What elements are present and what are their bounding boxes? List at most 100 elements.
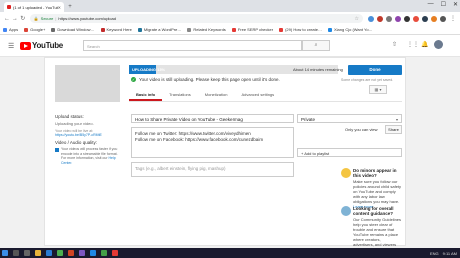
time-remaining: About 14 minutes remaining [293,67,343,72]
lang-indicator[interactable]: ENG [430,251,439,256]
video-thumbnail-placeholder [55,65,120,102]
search-icon[interactable] [13,250,19,256]
app-icon[interactable] [90,250,96,256]
bookmark-star-icon[interactable]: ☆ [355,16,359,22]
app-icon[interactable] [101,250,107,256]
bookmark-item[interactable]: Google+ [24,27,45,32]
browser-tab[interactable]: (1 of 1 uploaded - YouTub… ✕ [4,2,64,12]
extension-icon[interactable] [413,15,420,22]
minors-info-card: Do minors appear in this video? Make sur… [341,168,402,209]
bookmark-item[interactable]: Related Keywords [187,27,226,32]
youtube-favicon-icon [279,27,284,32]
reload-icon[interactable]: ↻ [19,15,27,22]
app-icon[interactable] [112,250,118,256]
bookmark-item[interactable]: Xiang Cjo (Want Yo… [328,27,373,32]
bookmark-item[interactable]: Keyword Here [100,27,132,32]
page-icon [187,27,192,32]
chevron-down-icon: ▾ [395,117,398,122]
extension-icon[interactable] [404,15,411,22]
window-controls: — ☐ ✕ [428,1,458,8]
video-live-link[interactable]: https://youtu.be/B5y7P-cRMtE [55,133,120,137]
extension-icon[interactable] [395,15,402,22]
extensions-tray: ⋮ [368,15,457,22]
search-input[interactable]: Search [83,40,302,51]
tab-basic-info[interactable]: Basic info [129,90,163,101]
privacy-hint: Only you can view [345,127,378,132]
back-arrow-icon[interactable]: ← [3,16,11,22]
wordpress-icon [137,27,142,32]
upload-status-panel: Upload status: Uploading your video. You… [55,114,120,137]
add-to-playlist-button[interactable]: + Add to playlist [297,148,402,157]
video-quality-heading: Video / Audio quality: [55,140,97,145]
tab-close-icon[interactable]: ✕ [58,5,61,10]
profile-avatar-icon[interactable] [440,15,447,22]
youtube-logo-text: YouTube [32,41,63,50]
description-textarea[interactable]: Follow me on Twitter: https://www.twitte… [131,127,294,158]
maximize-button[interactable]: ☐ [441,1,446,8]
app-icon[interactable] [68,250,74,256]
share-button[interactable]: Share [385,125,402,134]
minimize-button[interactable]: — [428,1,434,8]
chrome-icon[interactable] [57,250,63,256]
title-input[interactable]: How to Share Private Video on YouTube - … [131,114,294,123]
search-button[interactable]: ⌕ [302,40,330,51]
start-windows-icon[interactable] [2,250,8,256]
privacy-select[interactable]: Private ▾ [297,114,402,123]
hamburger-menu-icon[interactable]: ☰ [8,42,14,50]
omnibox[interactable]: 🔒 Secure | https://www.youtube.com/uploa… [29,14,364,23]
bookmark-item[interactable]: Free SERP checker [231,27,273,32]
bookmark-item[interactable]: (29) How to create… [279,27,322,32]
youtube-logo[interactable]: YouTube [20,41,63,50]
upload-icon[interactable]: ⇧ [392,41,397,48]
account-avatar[interactable] [434,40,443,49]
quality-info-icon [55,148,59,152]
youtube-favicon-icon [7,5,11,9]
clock[interactable]: 9:11 AM [443,251,457,256]
bookmark-item[interactable]: Apps [3,27,18,32]
apps-grid-icon [3,27,7,32]
bookmark-item[interactable]: Download Window… [51,27,95,32]
address-bar-row: ← → ↻ 🔒 Secure | https://www.youtube.com… [0,12,460,25]
upload-status-text: Uploading your video. [55,121,94,126]
bookmarks-bar: Apps Google+ Download Window… Keyword He… [0,25,460,35]
notifications-bell-icon[interactable]: 🔔 [421,41,428,48]
app-icon[interactable] [79,250,85,256]
extension-icon[interactable] [377,15,384,22]
forward-arrow-icon[interactable]: → [11,16,19,22]
page-icon [328,27,332,32]
upload-card: UPLOADING 13% About 14 minutes remaining… [44,57,406,252]
extension-icon[interactable] [386,15,393,22]
tab-advanced-settings[interactable]: Advanced settings [234,90,281,101]
minors-text: Make sure you follow our policies around… [353,179,402,204]
task-view-icon[interactable] [24,250,30,256]
options-dropdown-button[interactable]: ▦ ▾ [369,85,387,94]
page-icon [51,27,56,32]
tab-monetization[interactable]: Monetization [198,90,235,101]
bookmark-item[interactable]: Migrate a WordPre… [137,27,181,32]
tab-title: (1 of 1 uploaded - YouTub… [13,4,58,10]
close-window-button[interactable]: ✕ [453,1,458,8]
tabs-divider [129,101,402,102]
extension-icon[interactable] [422,15,429,22]
upload-status-heading: Upload status: [55,114,84,119]
browser-menu-icon[interactable]: ⋮ [449,15,457,22]
youtube-play-icon [20,41,31,50]
edge-icon[interactable] [46,250,52,256]
privacy-value: Private [301,117,316,122]
upload-tabs: Basic info Translations Monetization Adv… [129,90,281,101]
extension-icon[interactable] [368,15,375,22]
page-icon [231,27,236,32]
community-guidelines-card: Looking for overall content guidance? Ou… [341,206,402,252]
tags-input[interactable]: Tags (e.g., albert einstein, flying pig,… [131,162,294,177]
browser-tab-bar: (1 of 1 uploaded - YouTub… ✕ + — ☐ ✕ [0,0,460,12]
check-icon: ✓ [131,77,136,82]
file-explorer-icon[interactable] [35,250,41,256]
done-button[interactable]: Done [348,65,402,75]
child-safety-illustration-icon [341,168,351,178]
extension-icon[interactable] [431,15,438,22]
page-icon [100,27,105,32]
tab-translations[interactable]: Translations [162,90,198,101]
new-tab-button[interactable]: + [66,3,74,11]
apps-icon[interactable]: ⋮⋮ [407,41,419,48]
guidelines-heading: Looking for overall content guidance? [353,206,394,216]
